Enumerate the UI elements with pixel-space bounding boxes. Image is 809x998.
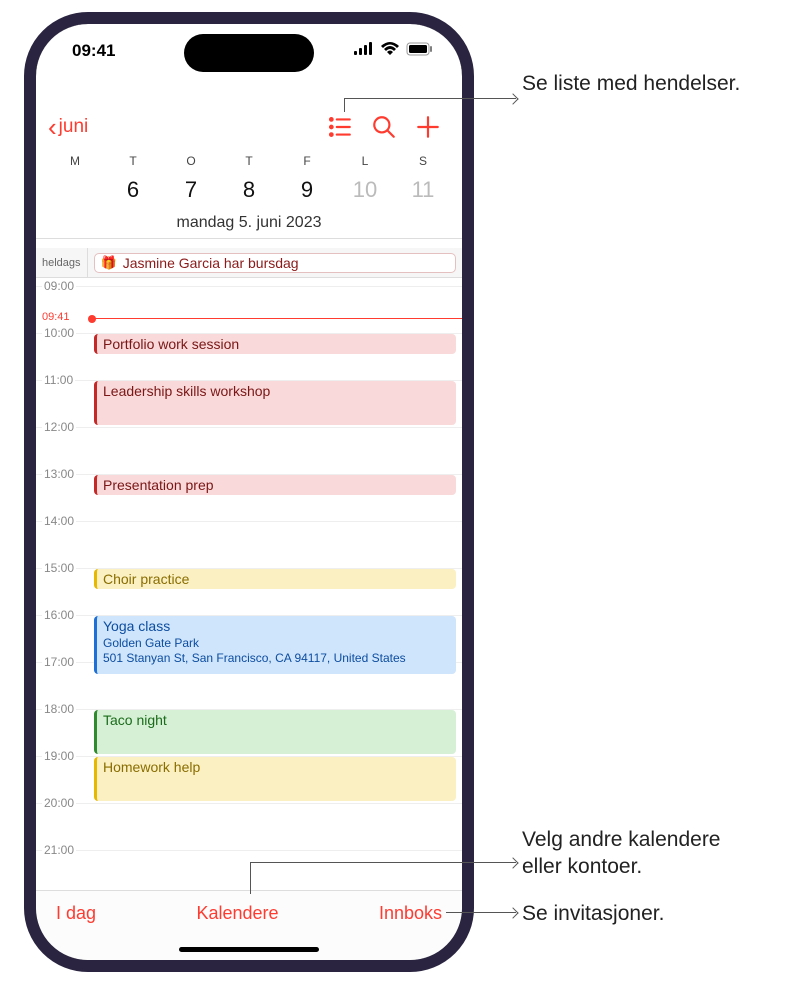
timeline: 09:00 10:00 11:00 12:00 13:00 14:00 15:0…	[36, 278, 462, 890]
event-leadership[interactable]: Leadership skills workshop	[94, 381, 456, 425]
callout-calendars: Velg andre kalendere eller kontoer.	[522, 826, 721, 881]
hour-label: 18:00	[42, 702, 76, 716]
day-6[interactable]: 6	[104, 172, 162, 208]
daynum-row: 5 6 7 8 9 10 11	[36, 168, 462, 210]
weekday-label: T	[220, 154, 278, 168]
event-taco[interactable]: Taco night	[94, 710, 456, 754]
status-icons	[354, 42, 434, 61]
weekday-row: M T O T F L S	[36, 154, 462, 168]
allday-label: heldags	[36, 248, 88, 277]
phone-frame: 09:41 ‹ juni	[24, 12, 474, 972]
weekday-label: M	[46, 154, 104, 168]
battery-icon	[406, 42, 434, 61]
hour-label: 16:00	[42, 608, 76, 622]
list-icon	[327, 114, 353, 140]
weekday-label: T	[104, 154, 162, 168]
hour-label: 14:00	[42, 514, 76, 528]
day-10[interactable]: 10	[336, 172, 394, 208]
hour-label: 11:00	[42, 373, 75, 387]
day-5[interactable]: 5	[46, 172, 104, 208]
hour-label: 19:00	[42, 749, 76, 763]
hour-label: 13:00	[42, 467, 76, 481]
hour-label: 20:00	[42, 796, 76, 810]
hour-label: 12:00	[42, 420, 76, 434]
status-time: 09:41	[72, 41, 115, 61]
hour-label: 15:00	[42, 561, 76, 575]
plus-icon	[415, 114, 441, 140]
today-button[interactable]: I dag	[56, 903, 96, 924]
chevron-left-icon: ‹	[48, 114, 57, 140]
callout-line	[446, 912, 516, 913]
allday-row: heldags 🎁 Jasmine Garcia har bursdag	[36, 248, 462, 278]
nav-bar: ‹ juni	[36, 102, 462, 152]
event-homework[interactable]: Homework help	[94, 757, 456, 801]
allday-event[interactable]: 🎁 Jasmine Garcia har bursdag	[94, 253, 456, 273]
day-9[interactable]: 9	[278, 172, 336, 208]
callout-list-events: Se liste med hendelser.	[522, 70, 740, 97]
now-indicator-dot	[88, 315, 96, 323]
hour-label: 10:00	[42, 326, 76, 340]
dynamic-island	[184, 34, 314, 72]
callout-line	[344, 98, 345, 112]
search-button[interactable]	[362, 105, 406, 149]
day-8[interactable]: 8	[220, 172, 278, 208]
cellular-icon	[354, 42, 374, 61]
day-view[interactable]: heldags 🎁 Jasmine Garcia har bursdag 09:…	[36, 248, 462, 890]
inbox-button[interactable]: Innboks	[379, 903, 442, 924]
day-11[interactable]: 11	[394, 172, 452, 208]
callout-inbox: Se invitasjoner.	[522, 900, 664, 927]
event-choir[interactable]: Choir practice	[94, 569, 456, 589]
weekday-label: F	[278, 154, 336, 168]
hour-label: 17:00	[42, 655, 76, 669]
now-indicator-line	[91, 318, 462, 319]
weekday-label: L	[336, 154, 394, 168]
callout-line	[344, 98, 516, 99]
day-7[interactable]: 7	[162, 172, 220, 208]
event-portfolio[interactable]: Portfolio work session	[94, 334, 456, 354]
allday-event-title: Jasmine Garcia har bursdag	[123, 255, 299, 271]
hour-label: 21:00	[42, 843, 76, 857]
event-presentation[interactable]: Presentation prep	[94, 475, 456, 495]
event-yoga[interactable]: Yoga class Golden Gate Park 501 Stanyan …	[94, 616, 456, 674]
now-time-label: 09:41	[42, 311, 72, 323]
list-view-button[interactable]	[318, 105, 362, 149]
search-icon	[371, 114, 397, 140]
gift-icon: 🎁	[101, 255, 117, 271]
wifi-icon	[380, 42, 400, 61]
add-event-button[interactable]	[406, 105, 450, 149]
date-title: mandag 5. juni 2023	[36, 214, 462, 232]
weekday-label: O	[162, 154, 220, 168]
calendars-button[interactable]: Kalendere	[196, 903, 278, 924]
back-button[interactable]: ‹ juni	[48, 114, 88, 140]
weekday-label: S	[394, 154, 452, 168]
back-label: juni	[59, 116, 89, 138]
hour-label: 09:00	[42, 279, 76, 293]
home-indicator[interactable]	[179, 947, 319, 952]
week-header: M T O T F L S 5 6 7 8 9 10 11 mandag 5. …	[36, 154, 462, 239]
callout-line	[250, 862, 516, 863]
callout-line	[250, 862, 251, 894]
